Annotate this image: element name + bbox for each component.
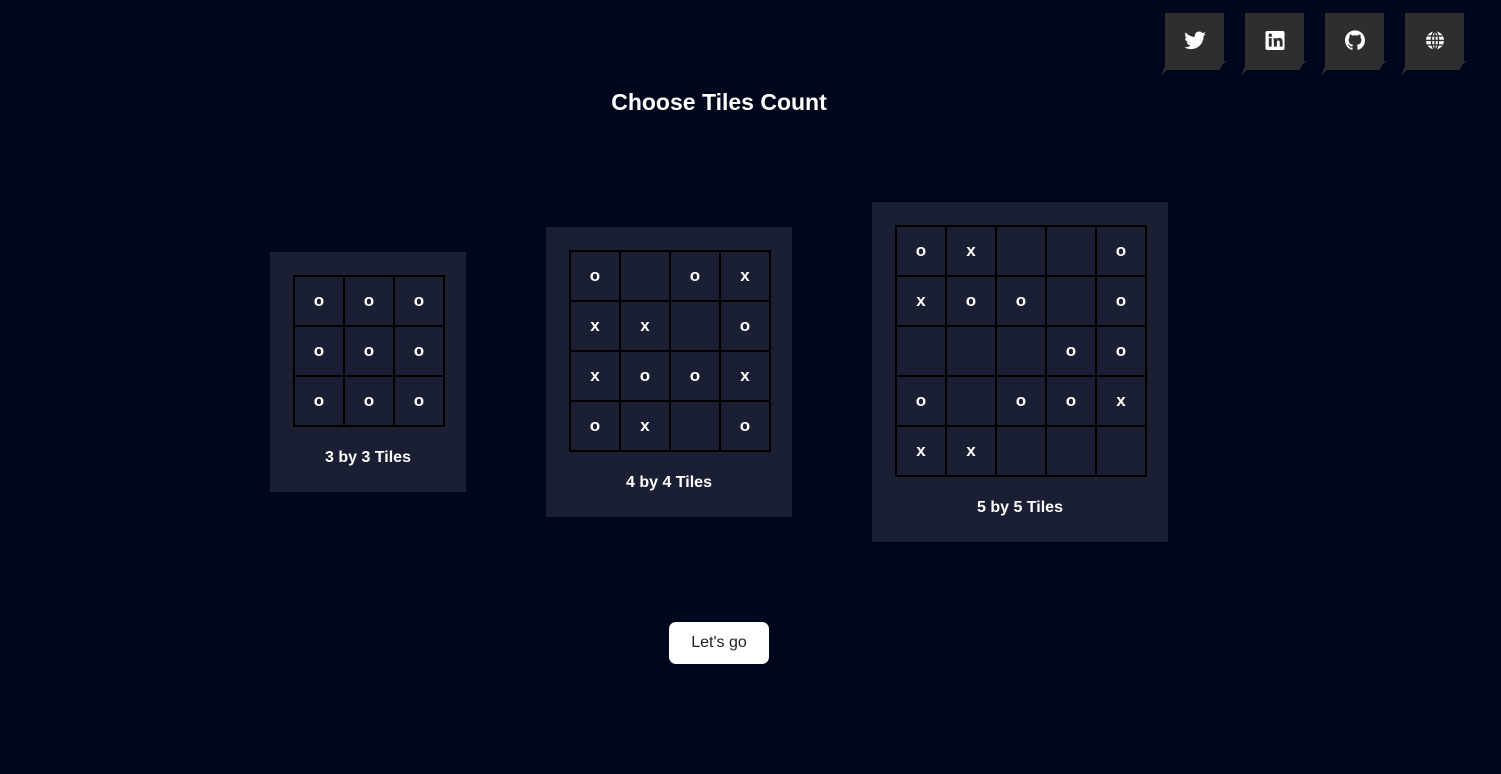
linkedin-link[interactable] bbox=[1241, 13, 1306, 76]
board-label: 4 by 4 Tiles bbox=[626, 474, 712, 491]
board-option-4x4[interactable]: ooxxxoxooxoxo 4 by 4 Tiles bbox=[546, 227, 792, 517]
board-cell: x bbox=[897, 427, 945, 475]
board-cell: o bbox=[1047, 377, 1095, 425]
board-cell bbox=[947, 377, 995, 425]
board-cell: o bbox=[897, 377, 945, 425]
board-label: 5 by 5 Tiles bbox=[977, 499, 1063, 516]
board-cell: x bbox=[621, 302, 669, 350]
board-cell bbox=[1047, 227, 1095, 275]
board-cell: o bbox=[671, 352, 719, 400]
board-grid: oxoxooooooooxxx bbox=[895, 225, 1147, 477]
board-cell bbox=[1097, 427, 1145, 475]
board-cell: o bbox=[1097, 227, 1145, 275]
board-cell bbox=[997, 227, 1045, 275]
board-cell: x bbox=[1097, 377, 1145, 425]
board-cell: o bbox=[295, 277, 343, 325]
board-cell: o bbox=[721, 302, 769, 350]
board-option-3x3[interactable]: ooooooooo 3 by 3 Tiles bbox=[270, 252, 466, 492]
board-cell: o bbox=[395, 277, 443, 325]
board-cell: x bbox=[721, 252, 769, 300]
github-link[interactable] bbox=[1321, 13, 1386, 76]
board-cell: o bbox=[997, 377, 1045, 425]
board-cell: o bbox=[345, 277, 393, 325]
board-cell: x bbox=[947, 427, 995, 475]
board-cell bbox=[1047, 277, 1095, 325]
board-cell bbox=[671, 302, 719, 350]
page-title: Choose Tiles Count bbox=[611, 89, 827, 115]
board-cell: o bbox=[1097, 327, 1145, 375]
board-cell: x bbox=[897, 277, 945, 325]
twitter-icon bbox=[1183, 31, 1206, 49]
board-cell: o bbox=[571, 252, 619, 300]
board-grid: ooxxxoxooxoxo bbox=[569, 250, 771, 452]
board-cell: o bbox=[571, 402, 619, 450]
board-cell: o bbox=[721, 402, 769, 450]
board-cell bbox=[1047, 427, 1095, 475]
board-option-5x5[interactable]: oxoxooooooooxxx 5 by 5 Tiles bbox=[872, 202, 1168, 542]
twitter-link[interactable] bbox=[1161, 13, 1226, 76]
github-icon bbox=[1344, 29, 1365, 50]
board-cell: o bbox=[295, 377, 343, 425]
board-cell bbox=[621, 252, 669, 300]
board-cell bbox=[947, 327, 995, 375]
website-link[interactable] bbox=[1401, 13, 1466, 76]
board-grid: ooooooooo bbox=[293, 275, 445, 427]
globe-icon bbox=[1425, 30, 1444, 50]
board-cell: x bbox=[621, 402, 669, 450]
board-cell: o bbox=[997, 277, 1045, 325]
board-cell bbox=[997, 427, 1045, 475]
board-cell bbox=[897, 327, 945, 375]
linkedin-icon bbox=[1265, 30, 1284, 50]
board-cell: o bbox=[345, 327, 393, 375]
board-label: 3 by 3 Tiles bbox=[325, 449, 411, 466]
board-cell: o bbox=[395, 377, 443, 425]
board-cell: x bbox=[571, 302, 619, 350]
board-cell: o bbox=[671, 252, 719, 300]
board-cell bbox=[997, 327, 1045, 375]
board-cell: x bbox=[947, 227, 995, 275]
board-cell: o bbox=[947, 277, 995, 325]
lets-go-button[interactable]: Let's go bbox=[669, 622, 769, 664]
board-cell: o bbox=[621, 352, 669, 400]
board-cell: x bbox=[571, 352, 619, 400]
social-links bbox=[1161, 13, 1466, 76]
board-cell: o bbox=[1047, 327, 1095, 375]
board-cell: o bbox=[1097, 277, 1145, 325]
page: Choose Tiles Count ooooooooo 3 by 3 Tile… bbox=[0, 0, 1501, 774]
board-cell: x bbox=[721, 352, 769, 400]
board-cell: o bbox=[897, 227, 945, 275]
board-cell: o bbox=[395, 327, 443, 375]
board-cell: o bbox=[295, 327, 343, 375]
board-cell bbox=[671, 402, 719, 450]
board-cell: o bbox=[345, 377, 393, 425]
